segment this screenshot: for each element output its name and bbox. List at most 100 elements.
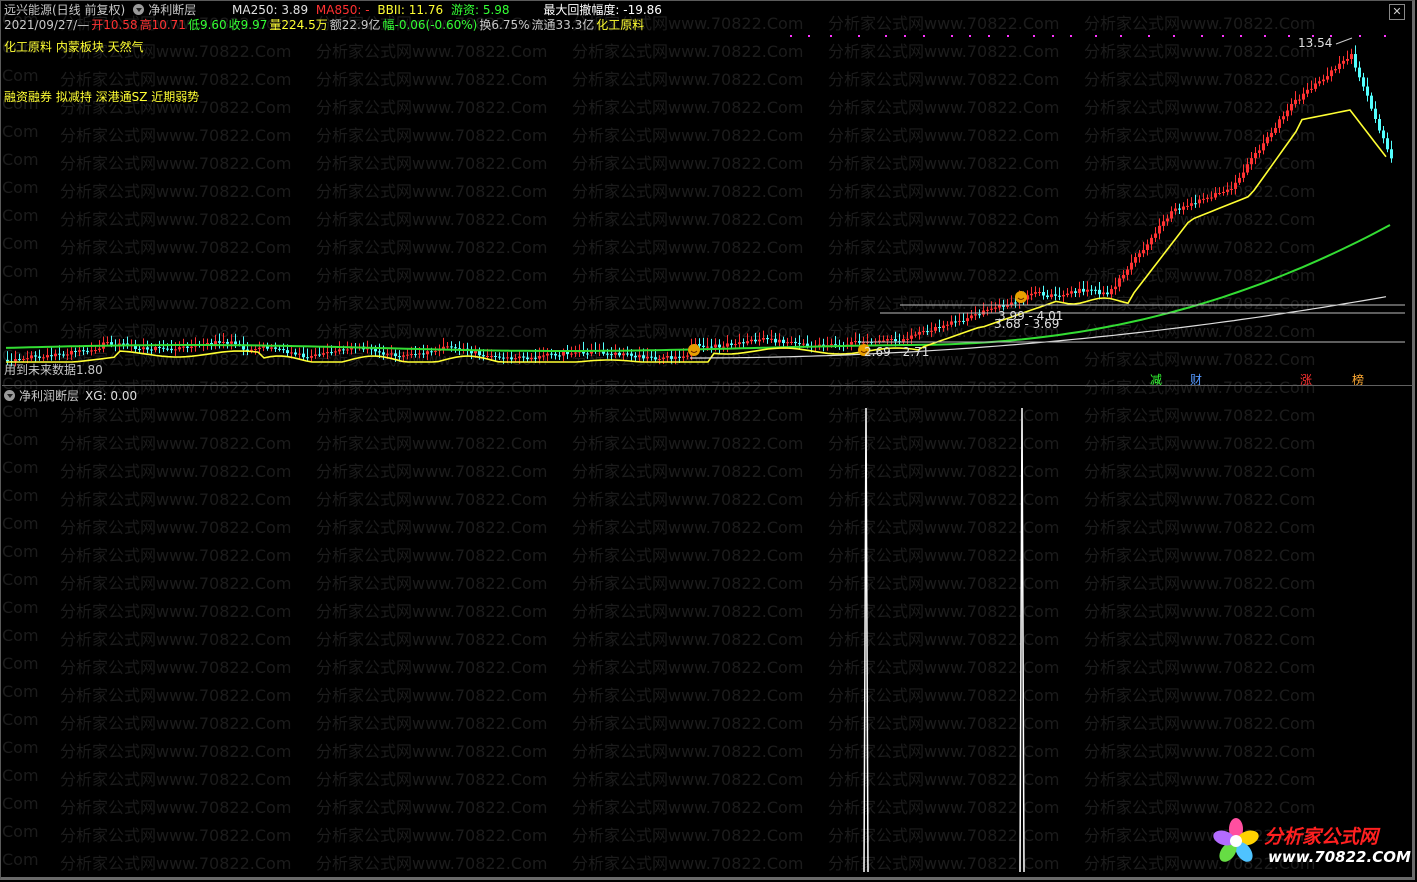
- candle: [1102, 293, 1105, 295]
- candle: [1218, 193, 1221, 194]
- signal-dot: [904, 35, 906, 37]
- candle: [654, 357, 657, 359]
- candle: [834, 344, 837, 345]
- candle: [430, 351, 433, 352]
- candle: [538, 356, 541, 359]
- candle: [922, 331, 925, 332]
- candle: [286, 350, 289, 353]
- candle: [630, 354, 633, 356]
- candle: [342, 349, 345, 350]
- candle: [570, 354, 573, 355]
- candle: [1302, 94, 1305, 100]
- logo-name: 分析家公式网: [1264, 822, 1378, 849]
- candle: [58, 354, 61, 355]
- candle: [1390, 149, 1393, 158]
- candle: [1374, 109, 1377, 119]
- candle: [622, 354, 625, 356]
- candle: [1250, 158, 1253, 164]
- candle: [1330, 70, 1333, 76]
- candle: [1354, 54, 1357, 68]
- candle: [526, 358, 529, 360]
- candle: [1054, 294, 1057, 295]
- candle: [1238, 178, 1241, 183]
- candle: [1062, 295, 1065, 296]
- smiley-icon: [688, 344, 700, 356]
- panel-divider[interactable]: [2, 385, 1413, 386]
- candle: [1186, 206, 1189, 207]
- signal-dot: [1173, 35, 1175, 37]
- candle: [878, 341, 881, 342]
- candle: [518, 357, 521, 359]
- candle: [554, 354, 557, 356]
- candle: [510, 357, 513, 359]
- candle: [650, 357, 653, 358]
- candle: [230, 341, 233, 343]
- candle: [618, 353, 621, 355]
- candle: [1010, 303, 1013, 305]
- signal-dot: [830, 35, 832, 37]
- candle: [1146, 244, 1149, 250]
- candle: [786, 342, 789, 343]
- candle: [182, 347, 185, 348]
- candle: [490, 356, 493, 357]
- candle: [738, 342, 741, 344]
- candle: [274, 347, 277, 348]
- candle: [574, 352, 577, 353]
- candle: [770, 339, 773, 340]
- signal-dot: [951, 35, 953, 37]
- candle: [766, 338, 769, 339]
- candle: [1058, 296, 1061, 297]
- candle: [450, 346, 453, 347]
- candle: [670, 356, 673, 359]
- candle: [790, 342, 793, 343]
- candle: [994, 308, 997, 309]
- candle: [254, 349, 257, 350]
- candle: [1038, 292, 1041, 293]
- candle: [418, 353, 421, 354]
- candle: [1234, 183, 1237, 189]
- candle: [1382, 130, 1385, 138]
- candle: [1090, 290, 1093, 291]
- candle: [158, 347, 161, 348]
- candle: [950, 321, 953, 324]
- candle: [90, 350, 93, 351]
- candle: [278, 349, 281, 350]
- candle: [782, 340, 785, 343]
- candle: [22, 359, 25, 360]
- candle: [658, 359, 661, 360]
- candle: [986, 310, 989, 311]
- candle: [746, 341, 749, 343]
- candle: [974, 314, 977, 315]
- candle: [394, 353, 397, 356]
- candle: [1362, 77, 1365, 86]
- candle: [1098, 290, 1101, 294]
- candle: [426, 351, 429, 354]
- candle: [1326, 76, 1329, 79]
- candle: [978, 314, 981, 315]
- candle: [1334, 69, 1337, 70]
- candle: [662, 358, 665, 359]
- candle: [1170, 211, 1173, 218]
- candle: [1030, 294, 1033, 295]
- candle: [918, 332, 921, 335]
- signal-dot: [1120, 35, 1122, 37]
- sub-panel-title[interactable]: 净利润断层: [19, 389, 79, 403]
- candle: [1226, 190, 1229, 192]
- candle: [646, 357, 649, 359]
- candle: [1134, 257, 1137, 263]
- candle: [798, 343, 801, 344]
- candle: [330, 352, 333, 353]
- kline-chart[interactable]: [0, 0, 1417, 882]
- candle: [390, 353, 393, 354]
- candle: [1278, 119, 1281, 128]
- candle: [514, 358, 517, 359]
- candle: [314, 354, 317, 355]
- candle: [1246, 164, 1249, 172]
- candle: [30, 355, 33, 358]
- signal-dot: [988, 35, 990, 37]
- settings-icon[interactable]: [4, 390, 15, 401]
- signal-dot: [969, 35, 971, 37]
- candle: [1202, 199, 1205, 200]
- candle: [1050, 294, 1053, 297]
- candle: [338, 349, 341, 351]
